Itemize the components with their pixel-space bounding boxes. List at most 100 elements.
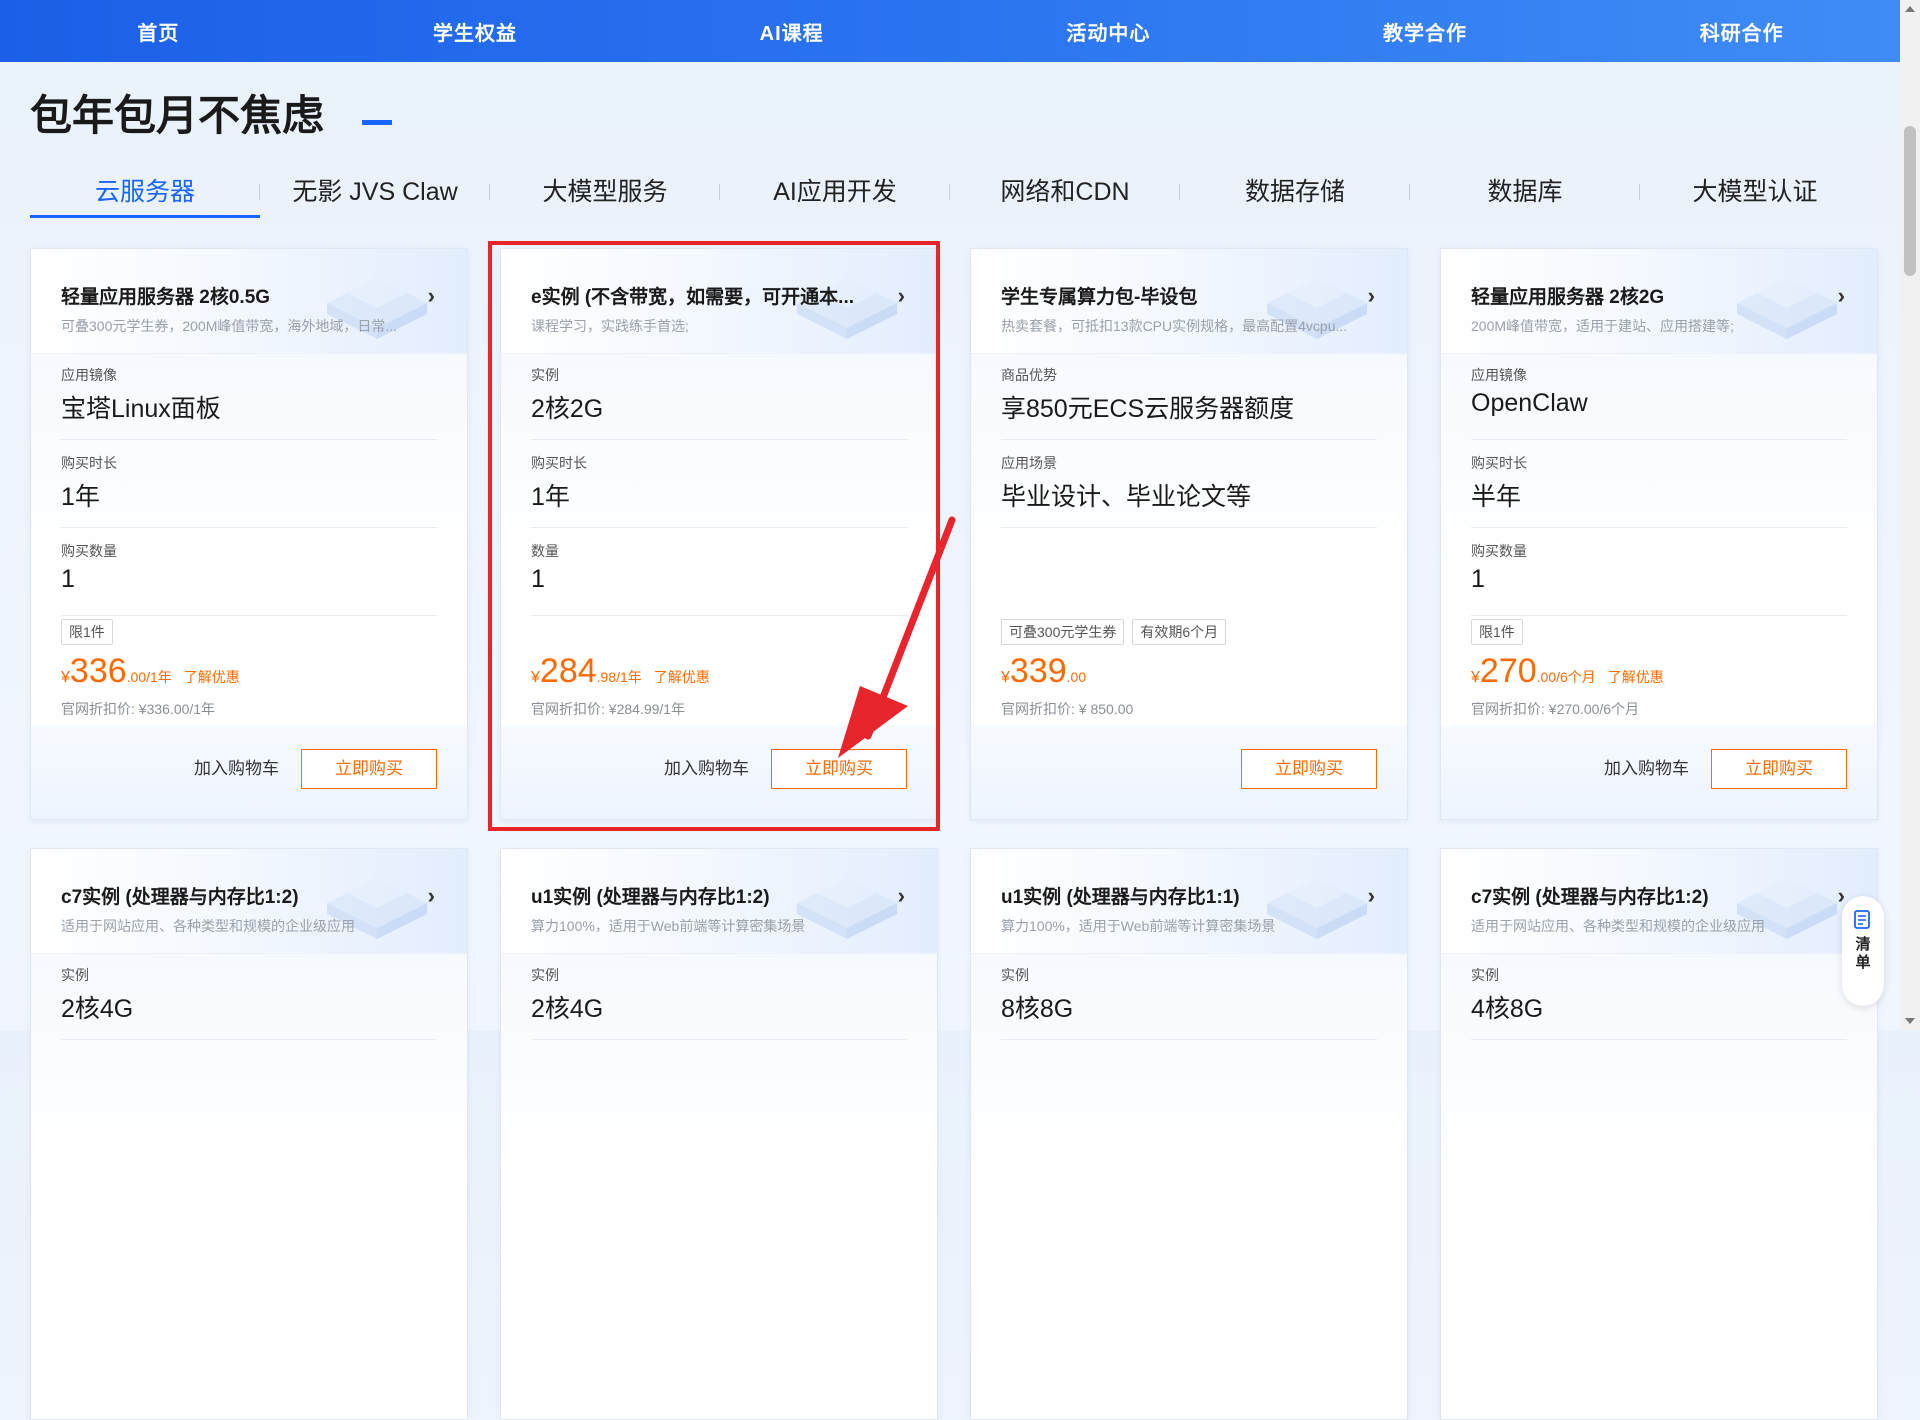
- add-to-cart-button[interactable]: 加入购物车: [664, 754, 749, 779]
- discount-info-link[interactable]: 了解优惠: [1608, 669, 1664, 685]
- chevron-right-icon[interactable]: ›: [1838, 283, 1845, 309]
- price-unit: /6个月: [1556, 669, 1596, 685]
- spec-value[interactable]: 2核4G: [61, 989, 133, 1025]
- badge-group: 限1件: [1471, 619, 1523, 645]
- price: ¥336.00/1年 了解优惠: [61, 652, 240, 691]
- product-card[interactable]: c7实例 (处理器与内存比1:2) › 适用于网站应用、各种类型和规模的企业级应用实…: [1440, 848, 1878, 1420]
- spec-label: 购买数量: [61, 543, 117, 559]
- discount-info-link[interactable]: 了解优惠: [184, 669, 240, 685]
- chevron-right-icon[interactable]: ›: [1838, 883, 1845, 909]
- buy-now-button[interactable]: 立即购买: [771, 749, 907, 789]
- card-title: 学生专属算力包-毕设包: [1001, 287, 1198, 308]
- price: ¥339.00: [1001, 652, 1086, 691]
- discount-info-link[interactable]: 了解优惠: [654, 669, 710, 685]
- tab-network-cdn[interactable]: 网络和CDN: [950, 166, 1180, 218]
- card-header[interactable]: e实例 (不含带宽，如需要，可开通本... › 课程学习，实践练手首选;: [501, 249, 937, 354]
- spec-value[interactable]: 2核4G: [531, 989, 603, 1025]
- product-card[interactable]: 轻量应用服务器 2核0.5G › 可叠300元学生券，200M峰值带宽，海外地域，日…: [30, 248, 468, 820]
- product-card[interactable]: u1实例 (处理器与内存比1:1) › 算力100%，适用于Web前端等计算密集场景…: [970, 848, 1408, 1420]
- spec-label: 实例: [1471, 967, 1499, 983]
- chevron-right-icon[interactable]: ›: [898, 883, 905, 909]
- add-to-cart-button[interactable]: 加入购物车: [1604, 754, 1689, 779]
- spec-label: 购买时长: [531, 455, 587, 471]
- add-to-cart-button[interactable]: 加入购物车: [194, 754, 279, 779]
- buy-now-button[interactable]: 立即购买: [1711, 749, 1847, 789]
- shopping-list-float-button[interactable]: 清 单: [1842, 896, 1884, 1006]
- original-price: 官网折扣价: ¥284.99/1年: [531, 701, 686, 717]
- card-title: c7实例 (处理器与内存比1:2): [1471, 887, 1709, 908]
- spec-row: 实例 2核2G: [531, 353, 907, 440]
- spec-row: 实例 8核8G: [1001, 953, 1377, 1040]
- tab-label: 网络和CDN: [1000, 178, 1130, 206]
- spec-value[interactable]: 2核2G: [531, 389, 603, 425]
- card-header[interactable]: c7实例 (处理器与内存比1:2) › 适用于网站应用、各种类型和规模的企业级应用: [1441, 849, 1877, 954]
- tab-jvs-claw[interactable]: 无影 JVS Claw: [260, 166, 490, 218]
- price-decimal: .00: [1536, 669, 1557, 685]
- product-card[interactable]: e实例 (不含带宽，如需要，可开通本... › 课程学习，实践练手首选; 实例 2核2G…: [500, 248, 938, 820]
- spec-value[interactable]: 半年: [1471, 477, 1521, 513]
- tab-ai-app-dev[interactable]: AI应用开发: [720, 166, 950, 218]
- tab-cloud-server[interactable]: 云服务器: [30, 166, 260, 218]
- card-header[interactable]: c7实例 (处理器与内存比1:2) › 适用于网站应用、各种类型和规模的企业级应用: [31, 849, 467, 954]
- spec-value[interactable]: 8核8G: [1001, 989, 1073, 1025]
- spec-value[interactable]: 1年: [61, 477, 100, 513]
- tab-llm-cert[interactable]: 大模型认证: [1640, 166, 1870, 218]
- chevron-right-icon[interactable]: ›: [898, 283, 905, 309]
- buy-now-button[interactable]: 立即购买: [301, 749, 437, 789]
- scroll-down-icon[interactable]: [1905, 1018, 1915, 1024]
- card-description: 算力100%，适用于Web前端等计算密集场景: [1001, 918, 1276, 934]
- spec-label: 应用镜像: [1471, 367, 1527, 383]
- nav-home[interactable]: 首页: [0, 17, 317, 46]
- card-title: u1实例 (处理器与内存比1:2): [531, 887, 770, 908]
- vertical-scrollbar[interactable]: [1900, 0, 1920, 1030]
- nav-ai-courses[interactable]: AI课程: [633, 17, 950, 46]
- spec-label: 实例: [1001, 967, 1029, 983]
- product-card[interactable]: c7实例 (处理器与内存比1:2) › 适用于网站应用、各种类型和规模的企业级应用实…: [30, 848, 468, 1420]
- scrollbar-thumb[interactable]: [1904, 126, 1916, 276]
- tab-label: 无影 JVS Claw: [292, 178, 458, 206]
- tab-storage[interactable]: 数据存储: [1180, 166, 1410, 218]
- card-title: e实例 (不含带宽，如需要，可开通本...: [531, 287, 855, 308]
- spec-value[interactable]: 1年: [531, 477, 570, 513]
- tab-database[interactable]: 数据库: [1410, 166, 1640, 218]
- price-currency: ¥: [531, 669, 540, 686]
- chevron-right-icon[interactable]: ›: [428, 283, 435, 309]
- scroll-up-icon[interactable]: [1905, 6, 1915, 12]
- nav-research[interactable]: 科研合作: [1583, 17, 1900, 46]
- spec-value[interactable]: 1: [61, 565, 75, 594]
- card-title: 轻量应用服务器 2核2G: [1471, 287, 1665, 308]
- chevron-right-icon[interactable]: ›: [428, 883, 435, 909]
- spec-value[interactable]: OpenClaw: [1471, 389, 1588, 418]
- card-header[interactable]: 学生专属算力包-毕设包 › 热卖套餐，可抵扣13款CPU实例规格，最高配置4vcpu…: [971, 249, 1407, 354]
- tab-label: 大模型认证: [1692, 178, 1818, 206]
- nav-student-benefits[interactable]: 学生权益: [317, 17, 634, 46]
- spec-row: 购买时长 半年: [1471, 441, 1847, 528]
- nav-events[interactable]: 活动中心: [950, 17, 1267, 46]
- card-header[interactable]: u1实例 (处理器与内存比1:2) › 算力100%，适用于Web前端等计算密集场景: [501, 849, 937, 954]
- spec-row: 实例 4核8G: [1471, 953, 1847, 1040]
- spec-value[interactable]: 宝塔Linux面板: [61, 389, 221, 425]
- chevron-right-icon[interactable]: ›: [1368, 283, 1375, 309]
- spec-value[interactable]: 4核8G: [1471, 989, 1543, 1025]
- tab-llm-service[interactable]: 大模型服务: [490, 166, 720, 218]
- card-header[interactable]: 轻量应用服务器 2核0.5G › 可叠300元学生券，200M峰值带宽，海外地域，日…: [31, 249, 467, 354]
- card-header[interactable]: u1实例 (处理器与内存比1:1) › 算力100%，适用于Web前端等计算密集场景: [971, 849, 1407, 954]
- card-description: 可叠300元学生券，200M峰值带宽，海外地域，日常...: [61, 318, 398, 334]
- spec-value[interactable]: 毕业设计、毕业论文等: [1001, 477, 1251, 513]
- buy-now-button[interactable]: 立即购买: [1241, 749, 1377, 789]
- product-card[interactable]: 轻量应用服务器 2核2G › 200M峰值带宽，适用于建站、应用搭建等; 应用镜像 Op…: [1440, 248, 1878, 820]
- chevron-right-icon[interactable]: ›: [1368, 883, 1375, 909]
- title-accent-bar: [362, 120, 392, 125]
- spec-value[interactable]: 1: [1471, 565, 1485, 594]
- product-card[interactable]: u1实例 (处理器与内存比1:2) › 算力100%，适用于Web前端等计算密集场景…: [500, 848, 938, 1420]
- spec-value[interactable]: 1: [531, 565, 545, 594]
- card-footer: 加入购物车 立即购买: [501, 725, 937, 819]
- card-header[interactable]: 轻量应用服务器 2核2G › 200M峰值带宽，适用于建站、应用搭建等;: [1441, 249, 1877, 354]
- spec-value[interactable]: 享850元ECS云服务器额度: [1001, 389, 1294, 425]
- nav-teaching[interactable]: 教学合作: [1267, 17, 1584, 46]
- product-card[interactable]: 学生专属算力包-毕设包 › 热卖套餐，可抵扣13款CPU实例规格，最高配置4vcpu…: [970, 248, 1408, 820]
- tab-underline: [30, 215, 260, 218]
- top-nav: 首页 学生权益 AI课程 活动中心 教学合作 科研合作: [0, 0, 1900, 62]
- spec-label: 购买数量: [1471, 543, 1527, 559]
- page-title: 包年包月不焦虑: [30, 92, 325, 139]
